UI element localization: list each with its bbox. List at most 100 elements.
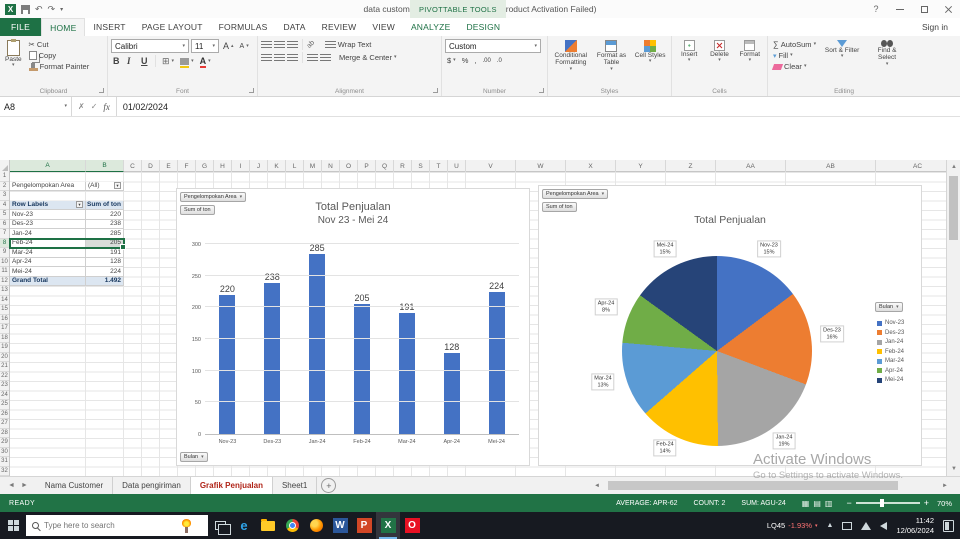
paste-button[interactable]: Paste ▾	[3, 39, 24, 72]
page-layout-view-icon[interactable]: ▤	[813, 499, 821, 508]
pie-legend-field-button[interactable]: Bulan ▾	[875, 302, 903, 312]
bar-chart[interactable]: Pengelompokan Area ▾ Sum of ton Bulan ▾ To…	[176, 188, 530, 466]
piv-value-cell[interactable]: 238	[86, 219, 124, 229]
column-header-W[interactable]: W	[516, 160, 566, 172]
name-box[interactable]: A8 ▾	[0, 97, 72, 116]
pivot-grand-total-value-cell[interactable]: 1.492	[86, 276, 124, 286]
scroll-down-icon[interactable]: ▼	[947, 463, 960, 475]
save-icon[interactable]	[21, 4, 30, 14]
minimize-button[interactable]	[888, 0, 912, 18]
column-header-A[interactable]: A	[10, 160, 86, 172]
close-button[interactable]	[936, 0, 960, 18]
clipboard-dialog-launcher[interactable]	[99, 88, 104, 93]
tab-page-layout[interactable]: PAGE LAYOUT	[134, 18, 211, 36]
zoom-out-icon[interactable]: −	[846, 498, 851, 508]
format-painter-button[interactable]: Format Painter	[27, 61, 92, 72]
legend-entry[interactable]: Mar-24	[877, 358, 904, 364]
pie-filter-field-button[interactable]: Pengelompokan Area ▾	[542, 189, 609, 199]
column-header-H[interactable]: H	[214, 160, 232, 172]
piv-value-cell[interactable]: 285	[86, 229, 124, 239]
find-select-button[interactable]: Find & Select ▾	[866, 39, 908, 72]
scroll-up-icon[interactable]: ▲	[947, 161, 960, 173]
confirm-entry-icon[interactable]: ✓	[91, 102, 98, 111]
normal-view-icon[interactable]: ▦	[802, 499, 810, 508]
task-view-button[interactable]	[208, 521, 232, 535]
sheet-tab-sheet1[interactable]: Sheet1	[273, 477, 318, 494]
align-left-icon[interactable]	[261, 53, 272, 62]
tab-view[interactable]: VIEW	[364, 18, 403, 36]
column-header-T[interactable]: T	[430, 160, 448, 172]
align-right-icon[interactable]	[287, 53, 298, 62]
row-header-22[interactable]: 22	[0, 372, 9, 381]
piv-value-cell[interactable]: 220	[86, 210, 124, 220]
pie-value-field-button[interactable]: Sum of ton	[542, 202, 577, 212]
font-name-combo[interactable]: Calibri ▾	[111, 39, 189, 53]
column-header-K[interactable]: K	[268, 160, 286, 172]
row-header-17[interactable]: 17	[0, 324, 9, 334]
pivot-row-labels-cell[interactable]: Row Labels ▾	[10, 200, 86, 210]
formula-input[interactable]: 01/02/2024	[117, 97, 960, 116]
alignment-dialog-launcher[interactable]	[433, 88, 438, 93]
display-tray-icon[interactable]	[842, 521, 853, 530]
pivot-filter-label-cell[interactable]: Pengelompokan Area	[10, 181, 86, 191]
column-header-E[interactable]: E	[160, 160, 178, 172]
row-header-18[interactable]: 18	[0, 334, 9, 343]
help-button[interactable]: ?	[864, 0, 888, 18]
hscroll-left-icon[interactable]: ◄	[592, 480, 602, 491]
row-header-24[interactable]: 24	[0, 391, 9, 400]
legend-entry[interactable]: Jan-24	[877, 339, 904, 345]
sheet-nav-left-icon[interactable]: ◄	[8, 482, 15, 489]
row-header-6[interactable]: 6	[0, 220, 9, 229]
vertical-scrollbar[interactable]: ▲ ▼	[946, 160, 960, 476]
sheet-tab-nama-customer[interactable]: Nama Customer	[36, 477, 114, 494]
row-header-19[interactable]: 19	[0, 343, 9, 353]
cut-button[interactable]: ✂ Cut	[27, 39, 92, 50]
pivot-values-header-cell[interactable]: Sum of ton	[86, 200, 124, 210]
column-header-D[interactable]: D	[142, 160, 160, 172]
column-header-J[interactable]: J	[250, 160, 268, 172]
grow-font-button[interactable]: A ▴	[221, 40, 236, 52]
row-header-9[interactable]: 9	[0, 248, 9, 258]
redo-icon[interactable]: ↷	[48, 4, 56, 14]
copy-button[interactable]: Copy	[27, 50, 92, 61]
bold-button[interactable]: B	[111, 55, 123, 67]
sign-in-link[interactable]: Sign in	[922, 18, 960, 36]
row-header-8[interactable]: 8	[0, 238, 9, 248]
row-header-31[interactable]: 31	[0, 457, 9, 467]
orientation-icon[interactable]: ab	[306, 39, 316, 49]
conditional-formatting-button[interactable]: Conditional Formatting ▾	[551, 39, 591, 73]
hidden-icons-chevron[interactable]: ▲	[827, 522, 834, 529]
row-header-1[interactable]: 1	[0, 172, 9, 182]
insert-cells-button[interactable]: Insert ▾	[675, 39, 703, 64]
column-header-M[interactable]: M	[304, 160, 322, 172]
zoom-in-icon[interactable]: +	[924, 498, 929, 508]
tab-insert[interactable]: INSERT	[85, 18, 133, 36]
row-header-25[interactable]: 25	[0, 400, 9, 410]
excel-icon[interactable]: X	[376, 512, 400, 539]
format-as-table-button[interactable]: Format as Table ▾	[593, 39, 631, 73]
row-header-13[interactable]: 13	[0, 286, 9, 296]
bar-series-Mei-24[interactable]	[488, 292, 505, 434]
zoom-slider[interactable]	[855, 499, 920, 507]
pivot-category-cell[interactable]: Mar-24	[10, 248, 86, 258]
start-button[interactable]	[0, 512, 26, 539]
row-header-27[interactable]: 27	[0, 419, 9, 429]
pivot-category-cell[interactable]: Apr-24	[10, 257, 86, 267]
number-format-combo[interactable]: Custom ▾	[445, 39, 541, 53]
column-header-C[interactable]: C	[124, 160, 142, 172]
piv-value-cell[interactable]: 128	[86, 257, 124, 267]
row-header-10[interactable]: 10	[0, 258, 9, 267]
number-dialog-launcher[interactable]	[539, 88, 544, 93]
font-dialog-launcher[interactable]	[249, 88, 254, 93]
column-header-I[interactable]: I	[232, 160, 250, 172]
pivot-category-cell[interactable]: Jan-24	[10, 229, 86, 239]
browser-red-icon[interactable]: O	[400, 512, 424, 539]
wrap-text-button[interactable]: Wrap Text	[323, 39, 374, 50]
customize-quick-access-icon[interactable]: ▾	[60, 6, 63, 13]
pivot-filter-value-cell[interactable]: (All) ▾	[86, 181, 124, 191]
column-header-Z[interactable]: Z	[666, 160, 716, 172]
powerpoint-icon[interactable]: P	[352, 512, 376, 539]
file-explorer-icon[interactable]	[256, 512, 280, 539]
maximize-button[interactable]	[912, 0, 936, 18]
fill-color-button[interactable]: ▾	[178, 57, 196, 68]
